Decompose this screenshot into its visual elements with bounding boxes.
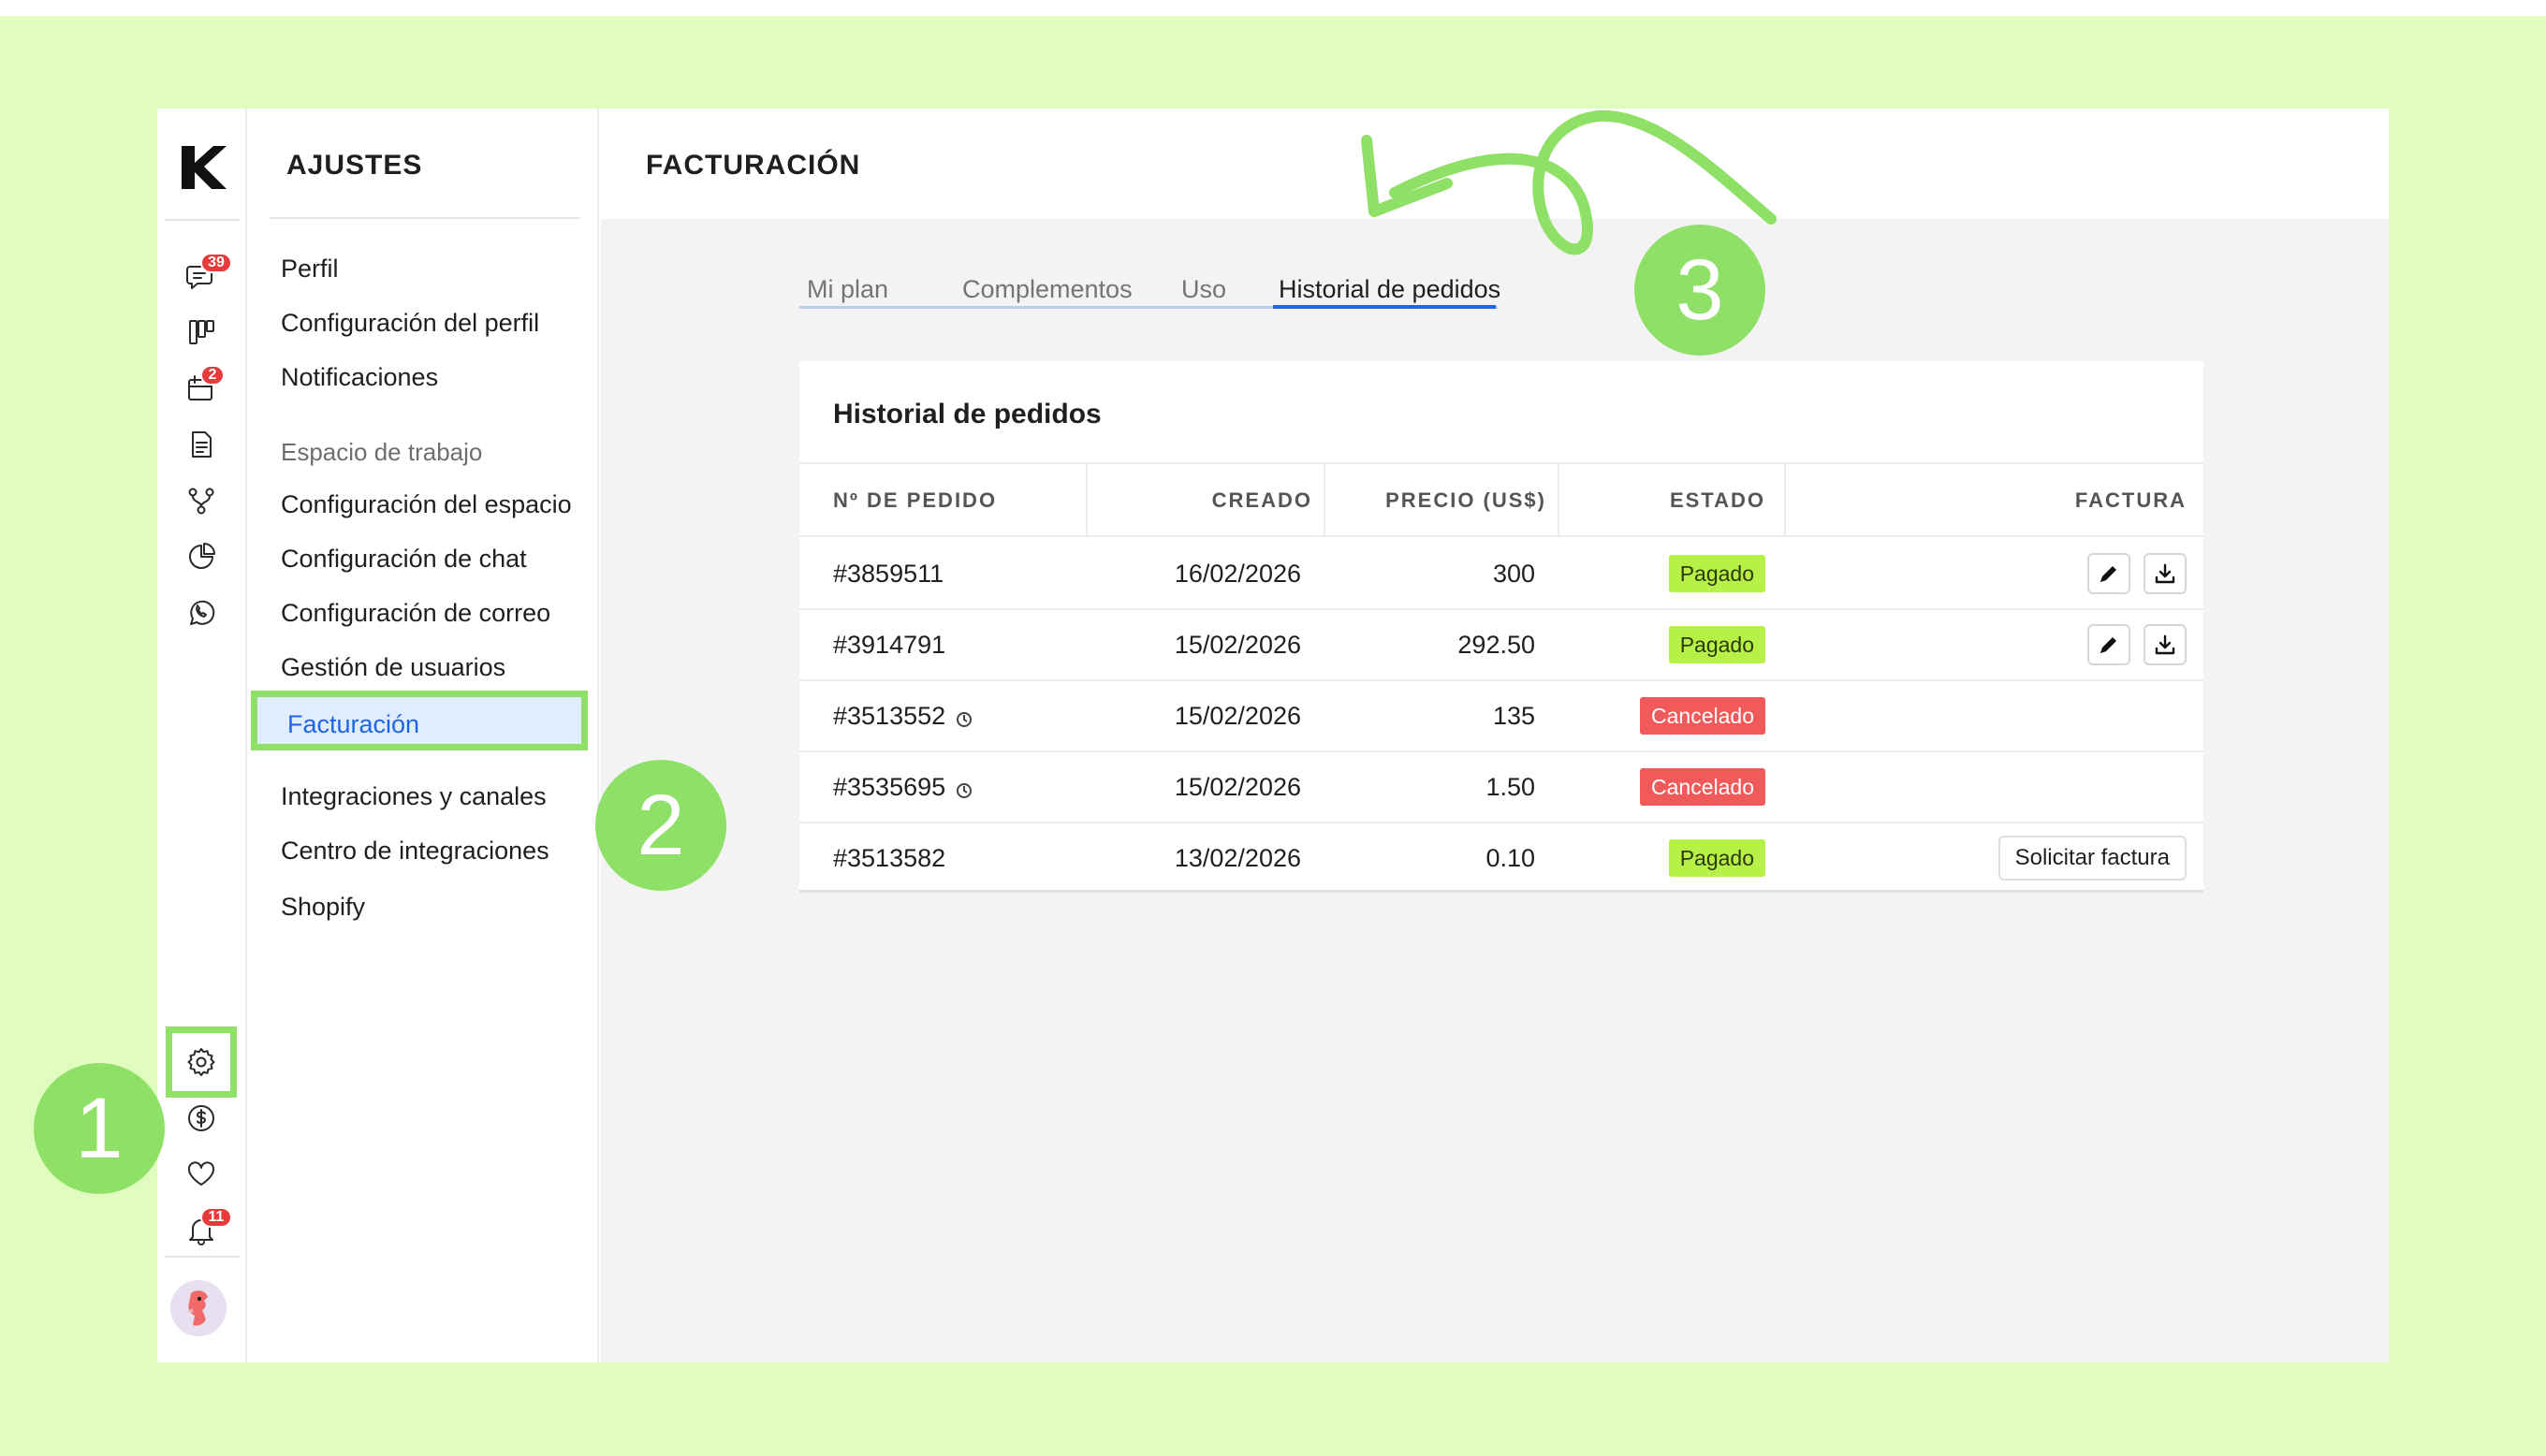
- download-icon: [2155, 634, 2175, 655]
- order-id: #3535695: [833, 772, 946, 801]
- document-icon[interactable]: [180, 423, 223, 466]
- tab-complementos[interactable]: Complementos: [962, 275, 1133, 304]
- menu-item-configuracion-chat[interactable]: Configuración de chat: [281, 545, 527, 574]
- order-created: 16/02/2026: [1174, 559, 1301, 588]
- active-tab-indicator: [1273, 305, 1496, 309]
- orders-table-header: Nº DE PEDIDO CREADO PRECIO (US$) ESTADO …: [799, 462, 2203, 537]
- settings-title: AJUSTES: [286, 150, 423, 181]
- order-created: 15/02/2026: [1174, 630, 1301, 659]
- user-avatar[interactable]: [170, 1280, 227, 1336]
- status-badge: Pagado: [1668, 555, 1765, 592]
- table-row: #3859511 16/02/2026 300 Pagado: [799, 539, 2203, 610]
- notifications-badge: 11: [200, 1207, 232, 1228]
- favorites-heart-icon[interactable]: [180, 1153, 223, 1196]
- column-header-invoice: FACTURA: [2074, 488, 2187, 512]
- pencil-icon: [2100, 637, 2116, 653]
- request-invoice-button[interactable]: Solicitar factura: [1997, 836, 2187, 881]
- calendar-icon[interactable]: 2: [180, 365, 225, 410]
- order-id: #3513552: [833, 701, 946, 730]
- kanban-icon[interactable]: [180, 311, 223, 354]
- notifications-bell-icon[interactable]: 11: [180, 1207, 232, 1252]
- column-header-price: PRECIO (US$): [1385, 488, 1546, 512]
- order-price: 300: [1492, 559, 1535, 588]
- icon-rail: 39 2 11: [157, 109, 247, 1362]
- order-created: 15/02/2026: [1174, 772, 1301, 801]
- callout-step-2: 2: [595, 760, 726, 891]
- order-price: 0.10: [1485, 843, 1535, 872]
- chat-icon[interactable]: 39: [180, 253, 232, 298]
- menu-item-perfil[interactable]: Perfil: [281, 255, 339, 284]
- table-row: #3535695 15/02/2026 1.50 Cancelado: [799, 752, 2203, 823]
- menu-section-espacio-trabajo: Espacio de trabajo: [281, 438, 483, 466]
- download-invoice-button[interactable]: [2144, 553, 2187, 594]
- brand-logo-icon[interactable]: [176, 142, 228, 193]
- table-row: #3914791 15/02/2026 292.50 Pagado: [799, 610, 2203, 681]
- menu-item-configuracion-espacio[interactable]: Configuración del espacio: [281, 490, 572, 519]
- menu-item-configuracion-correo[interactable]: Configuración de correo: [281, 599, 550, 628]
- order-id: #3513582: [833, 843, 946, 872]
- menu-item-integraciones-canales[interactable]: Integraciones y canales: [281, 782, 547, 811]
- recurring-icon: [955, 706, 973, 727]
- top-strip: [0, 0, 2546, 16]
- order-price: 292.50: [1457, 630, 1535, 659]
- column-header-status: ESTADO: [1669, 488, 1765, 512]
- status-badge: Cancelado: [1640, 697, 1765, 735]
- menu-item-shopify[interactable]: Shopify: [281, 893, 365, 922]
- order-price: 1.50: [1485, 772, 1535, 801]
- order-price: 135: [1492, 701, 1535, 730]
- main-content: FACTURACIÓN Mi plan Complementos Uso His…: [601, 109, 2389, 1362]
- menu-item-facturacion[interactable]: Facturación: [251, 691, 588, 750]
- table-row: #3513552 15/02/2026 135 Cancelado: [799, 681, 2203, 752]
- settings-sidebar: AJUSTES Perfil Configuración del perfil …: [249, 109, 599, 1362]
- callout-step-1: 1: [34, 1063, 165, 1194]
- status-badge: Cancelado: [1640, 768, 1765, 806]
- status-badge: Pagado: [1668, 626, 1765, 663]
- callout-step-3: 3: [1634, 225, 1765, 356]
- calendar-badge: 2: [200, 365, 225, 386]
- orders-card: Historial de pedidos Nº DE PEDIDO CREADO…: [799, 361, 2203, 893]
- menu-item-notificaciones[interactable]: Notificaciones: [281, 363, 438, 392]
- recurring-icon: [955, 778, 973, 798]
- tab-uso[interactable]: Uso: [1181, 275, 1226, 304]
- edit-invoice-button[interactable]: [2087, 553, 2130, 594]
- rail-divider: [165, 1256, 240, 1258]
- analytics-icon[interactable]: [180, 535, 223, 578]
- whatsapp-icon[interactable]: [180, 591, 223, 634]
- rail-divider: [165, 219, 240, 221]
- table-row: #3513582 13/02/2026 0.10 Pagado Solicita…: [799, 823, 2203, 895]
- download-icon: [2155, 563, 2175, 584]
- menu-item-centro-integraciones[interactable]: Centro de integraciones: [281, 837, 549, 866]
- order-created: 15/02/2026: [1174, 701, 1301, 730]
- workflow-icon[interactable]: [180, 479, 223, 522]
- menu-item-configuracion-perfil[interactable]: Configuración del perfil: [281, 309, 539, 338]
- page-title: FACTURACIÓN: [646, 150, 861, 181]
- status-badge: Pagado: [1668, 839, 1765, 877]
- edit-invoice-button[interactable]: [2087, 624, 2130, 665]
- order-id: #3914791: [833, 630, 946, 659]
- orders-title: Historial de pedidos: [833, 399, 1102, 430]
- column-header-created: CREADO: [1211, 488, 1312, 512]
- settings-gear-icon[interactable]: [166, 1026, 237, 1098]
- download-invoice-button[interactable]: [2144, 624, 2187, 665]
- billing-dollar-icon[interactable]: [180, 1097, 223, 1140]
- tab-mi-plan[interactable]: Mi plan: [807, 275, 888, 304]
- pencil-icon: [2100, 566, 2116, 582]
- chat-badge: 39: [200, 253, 232, 273]
- order-id: #3859511: [833, 559, 944, 588]
- app-window: 39 2 11 AJUSTES Perfil Configuración del…: [157, 109, 2389, 1362]
- order-created: 13/02/2026: [1174, 843, 1301, 872]
- settings-divider: [270, 217, 580, 219]
- column-header-order: Nº DE PEDIDO: [833, 488, 998, 512]
- menu-item-gestion-usuarios[interactable]: Gestión de usuarios: [281, 653, 505, 682]
